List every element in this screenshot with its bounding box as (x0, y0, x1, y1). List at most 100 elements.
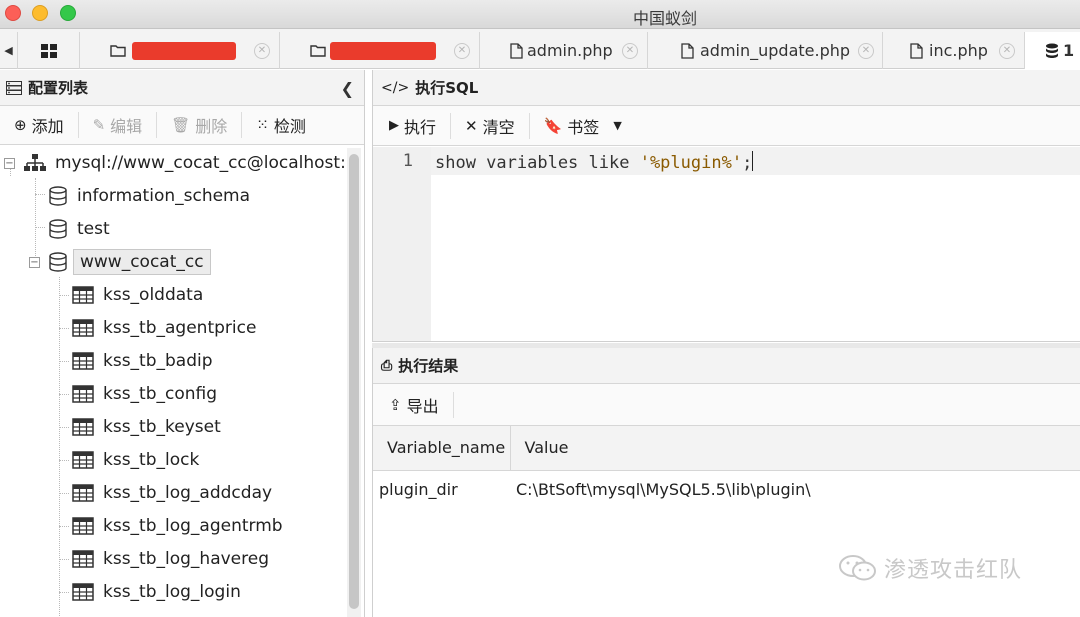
tree-table-node[interactable]: kss_tb_lock (59, 445, 200, 475)
window-title: 中国蚁剑 (632, 9, 697, 28)
tab-admin-update-php[interactable]: admin_update.php ✕ (648, 32, 883, 69)
tab-bar: ◀ ✕ ✕ admin.php ✕ admin_update.php ✕ inc… (0, 29, 1080, 69)
table-label: kss_tb_log_addcday (103, 483, 273, 503)
tree-table-node[interactable]: kss_tb_log_agentrmb (59, 511, 283, 541)
connection-label: mysql://www_cocat_cc@localhost:33 (55, 153, 345, 173)
detect-button[interactable]: ⁙ 检测 (256, 106, 320, 145)
column-header[interactable]: Variable_name (373, 426, 511, 471)
toolbar-divider (77, 112, 79, 138)
tree-scrollbar[interactable] (347, 148, 361, 617)
tab-label: 1 (1063, 41, 1075, 60)
tab-home[interactable] (18, 32, 80, 69)
tab-admin-php[interactable]: admin.php ✕ (480, 32, 648, 69)
tree-table-node[interactable]: kss_olddata (59, 280, 203, 310)
config-list-toolbar: ⊕ 添加 ✎ 编辑 🗑 删除 ⁙ 检测 (0, 106, 364, 145)
tab-close-icon[interactable]: ✕ (622, 43, 638, 59)
tree-table-node[interactable]: kss_tb_badip (59, 346, 213, 376)
file-icon (910, 42, 923, 59)
file-icon (510, 42, 523, 59)
table-icon (72, 484, 94, 502)
execute-result-title: 执行结果 (398, 357, 459, 375)
export-button[interactable]: ⇪ 导出 (389, 385, 439, 424)
x-icon: ✕ (465, 116, 478, 135)
app-window: 中国蚁剑 ◀ ✕ ✕ admin.php ✕ admin_update.php … (0, 0, 1080, 617)
tree-table-node[interactable]: kss_tb_log_havereg (59, 544, 269, 574)
execute-label: 执行 (404, 117, 437, 137)
sitemap-icon (24, 154, 46, 171)
table-icon (72, 451, 94, 469)
tab-close-icon[interactable]: ✕ (858, 43, 874, 59)
grid-icon (40, 43, 57, 58)
table-label: kss_tb_log_agentrmb (103, 516, 283, 536)
tab-folder-2[interactable]: ✕ (280, 32, 480, 69)
tree-database-node[interactable]: information_schema (48, 181, 250, 211)
folder-icon (310, 45, 326, 57)
tree-table-node[interactable]: kss_tb_config (59, 379, 217, 409)
table-icon (72, 319, 94, 337)
tree-connector (59, 493, 69, 494)
scrollbar-thumb[interactable] (349, 154, 359, 609)
edit-button[interactable]: ✎ 编辑 (93, 106, 157, 145)
file-icon (681, 42, 694, 59)
database-icon (49, 252, 67, 272)
tree-table-node[interactable]: kss_tb_log_addcday (59, 478, 273, 508)
detect-label: 检测 (273, 117, 306, 136)
table-cell[interactable]: plugin_dir (373, 470, 510, 508)
column-header[interactable]: Value (510, 426, 1080, 471)
bookmark-dropdown[interactable]: 🔖 书签 ▼ (544, 106, 636, 145)
execute-button[interactable]: ▶ 执行 (389, 106, 450, 145)
clear-button[interactable]: ✕ 清空 (465, 106, 529, 145)
redacted-tab-label (330, 41, 436, 60)
tree-connection-node[interactable]: − mysql://www_cocat_cc@localhost:33 (4, 148, 345, 178)
sql-editor[interactable]: 1 show variables like '%plugin%'; (373, 147, 1080, 341)
toolbar-divider (528, 112, 530, 139)
table-icon (72, 418, 94, 436)
add-button[interactable]: ⊕ 添加 (14, 106, 78, 145)
tree-table-node[interactable]: kss_tb_log_login (59, 577, 241, 607)
execute-sql-title: 执行SQL (415, 79, 479, 97)
table-row[interactable]: plugin_dir C:\BtSoft\mysql\MySQL5.5\lib\… (373, 470, 1080, 508)
tab-inc-php[interactable]: inc.php ✕ (883, 32, 1025, 69)
caret-down-icon: ▼ (613, 119, 622, 132)
title-bar: 中国蚁剑 (0, 0, 1080, 29)
code-icon: </> (381, 79, 410, 96)
text-cursor (752, 151, 754, 171)
caret-left-icon: ◀ (4, 44, 13, 57)
tree-database-node-selected[interactable]: − www_cocat_cc (29, 247, 211, 277)
tree-table-node[interactable]: kss_tb_agentprice (59, 313, 257, 343)
tab-close-icon[interactable]: ✕ (454, 43, 470, 59)
tab-close-icon[interactable]: ✕ (254, 43, 270, 59)
table-cell[interactable]: C:\BtSoft\mysql\MySQL5.5\lib\plugin\ (510, 470, 1080, 508)
upload-icon: ⇪ (389, 395, 402, 414)
collapse-node-icon[interactable]: − (4, 157, 15, 169)
table-icon (72, 583, 94, 601)
tab-close-icon[interactable]: ✕ (999, 43, 1015, 59)
tab-scroll-left-button[interactable]: ◀ (0, 32, 18, 69)
sql-code-line[interactable]: show variables like '%plugin%'; (435, 151, 754, 173)
result-table: Variable_name Value plugin_dir C:\BtSoft… (373, 426, 1080, 508)
table-label: kss_tb_badip (103, 351, 213, 371)
bookmark-icon: 🔖 (543, 116, 563, 135)
delete-label: 删除 (195, 117, 228, 136)
config-list-header: 配置列表 ❮ (0, 70, 364, 106)
tree-database-node[interactable]: test (48, 214, 110, 244)
execute-sql-header: </> 执行SQL (373, 70, 1080, 106)
collapse-panel-icon[interactable]: ❮ (341, 79, 354, 98)
delete-button[interactable]: 🗑 删除 (171, 106, 241, 145)
tree-table-node[interactable]: kss_tb_keyset (59, 412, 221, 442)
result-toolbar: ⇪ 导出 (373, 384, 1080, 426)
toolbar-divider (156, 112, 158, 138)
tab-folder-1[interactable]: ✕ (80, 32, 280, 69)
database-icon (1046, 43, 1058, 58)
table-label: kss_tb_keyset (103, 417, 221, 437)
table-label: kss_tb_agentprice (103, 318, 257, 338)
table-label: kss_tb_lock (103, 450, 200, 470)
export-label: 导出 (406, 396, 439, 416)
bookmark-label: 书签 (567, 117, 600, 137)
table-icon (72, 517, 94, 535)
table-icon (72, 550, 94, 568)
tab-database[interactable]: 1 (1025, 32, 1080, 69)
tree-connector (59, 394, 69, 395)
toolbar-divider (450, 112, 452, 139)
collapse-node-icon[interactable]: − (29, 256, 40, 268)
